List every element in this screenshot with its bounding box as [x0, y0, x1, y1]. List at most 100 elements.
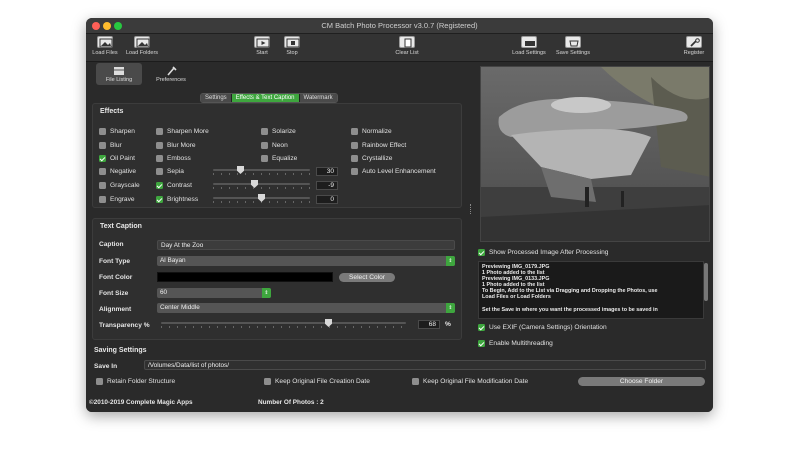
- alignment-value: Center Middle: [160, 304, 200, 311]
- contrast-slider[interactable]: [213, 180, 310, 189]
- blur-checkbox[interactable]: Blur: [99, 142, 122, 149]
- keep-creation-date-checkbox[interactable]: Keep Original File Creation Date: [264, 378, 370, 385]
- normalize-checkbox[interactable]: Normalize: [351, 128, 392, 135]
- save-settings-label: Save Settings: [556, 50, 590, 56]
- sepia-value[interactable]: 30: [316, 167, 338, 176]
- segmented-control: Settings Effects & Text Caption Watermar…: [200, 93, 338, 103]
- window-title: CM Batch Photo Processor v3.0.7 (Registe…: [321, 21, 478, 30]
- preview-photo: [481, 67, 709, 241]
- clear-list-label: Clear List: [395, 50, 419, 56]
- font-color-label: Font Color: [99, 274, 133, 281]
- effects-heading: Effects: [100, 108, 124, 115]
- select-color-button[interactable]: Select Color: [339, 273, 395, 282]
- tab-preferences-label: Preferences: [156, 77, 186, 83]
- auto-level-enhancement-checkbox[interactable]: Auto Level Enhancement: [351, 168, 436, 175]
- toolbar: Load Files Load Folders Start Stop Clear…: [86, 34, 713, 62]
- crystallize-checkbox[interactable]: Crystallize: [351, 155, 392, 162]
- load-folders-button[interactable]: Load Folders: [122, 36, 162, 56]
- clear-list-button[interactable]: Clear List: [392, 36, 422, 56]
- retain-folder-structure-checkbox[interactable]: Retain Folder Structure: [96, 378, 175, 385]
- emboss-checkbox[interactable]: Emboss: [156, 155, 191, 162]
- load-files-label: Load Files: [92, 50, 118, 56]
- percent-sign: %: [445, 321, 451, 328]
- wrench-icon: [686, 36, 702, 48]
- equalize-checkbox[interactable]: Equalize: [261, 155, 297, 162]
- tools-icon: [167, 66, 177, 76]
- sharpen-more-checkbox[interactable]: Sharpen More: [156, 128, 209, 135]
- alignment-label: Alignment: [99, 306, 132, 313]
- start-label: Start: [256, 50, 268, 56]
- use-exif-orientation-checkbox[interactable]: Use EXIF (Camera Settings) Orientation: [478, 324, 607, 331]
- file-listing-icon: [114, 67, 124, 75]
- rainbow-effect-checkbox[interactable]: Rainbow Effect: [351, 142, 406, 149]
- caption-label: Caption: [99, 241, 124, 248]
- photo-folder-icon: [134, 36, 150, 48]
- font-type-value: Al Bayan: [160, 257, 186, 264]
- contrast-value[interactable]: -9: [316, 181, 338, 190]
- saving-settings-heading: Saving Settings: [94, 347, 147, 354]
- show-processed-image-checkbox[interactable]: Show Processed Image After Processing: [478, 249, 608, 256]
- font-size-select[interactable]: 60 ⇕: [157, 288, 271, 298]
- brightness-checkbox[interactable]: Brightness: [156, 196, 198, 203]
- solarize-checkbox[interactable]: Solarize: [261, 128, 296, 135]
- chevron-updown-icon: ⇕: [262, 288, 271, 298]
- oil-paint-checkbox[interactable]: Oil Paint: [99, 155, 135, 162]
- text-caption-heading: Text Caption: [100, 223, 142, 230]
- play-icon: [254, 36, 270, 48]
- tab-file-listing[interactable]: File Listing: [96, 63, 142, 85]
- splitter-handle[interactable]: [470, 204, 472, 214]
- title-bar: CM Batch Photo Processor v3.0.7 (Registe…: [86, 18, 713, 34]
- transparency-slider[interactable]: [161, 319, 406, 328]
- alignment-select[interactable]: Center Middle ⇕: [157, 303, 455, 313]
- brightness-value[interactable]: 0: [316, 195, 338, 204]
- tab-effects-text-caption[interactable]: Effects & Text Caption: [231, 94, 300, 102]
- font-size-label: Font Size: [99, 290, 129, 297]
- brightness-slider[interactable]: [213, 194, 310, 203]
- activity-log: Previewing IMG_0179.JPG 1 Photo added to…: [478, 261, 704, 319]
- tab-settings[interactable]: Settings: [201, 94, 232, 102]
- save-settings-button[interactable]: Save Settings: [552, 36, 594, 56]
- save-in-path[interactable]: /Volumes/Data/list of photos/: [144, 360, 706, 370]
- tab-preferences[interactable]: Preferences: [148, 63, 194, 85]
- font-type-select[interactable]: Al Bayan ⇕: [157, 256, 455, 266]
- grayscale-checkbox[interactable]: Grayscale: [99, 182, 140, 189]
- neon-checkbox[interactable]: Neon: [261, 142, 288, 149]
- chevron-updown-icon: ⇕: [446, 256, 455, 266]
- app-window: CM Batch Photo Processor v3.0.7 (Registe…: [86, 18, 713, 412]
- load-settings-label: Load Settings: [512, 50, 546, 56]
- choose-folder-button[interactable]: Choose Folder: [578, 377, 705, 386]
- photo-count: Number Of Photos : 2: [258, 399, 324, 406]
- caption-input[interactable]: Day At the Zoo: [157, 240, 455, 250]
- enable-multithreading-checkbox[interactable]: Enable Multithreading: [478, 340, 553, 347]
- font-size-value: 60: [160, 289, 168, 296]
- status-bar: ©2010-2019 Complete Magic Apps Number Of…: [86, 398, 713, 412]
- start-button[interactable]: Start: [251, 36, 273, 56]
- sepia-slider[interactable]: [213, 166, 310, 175]
- stop-label: Stop: [286, 50, 298, 56]
- keep-modification-date-checkbox[interactable]: Keep Original File Modification Date: [412, 378, 528, 385]
- blur-more-checkbox[interactable]: Blur More: [156, 142, 196, 149]
- copyright-text: ©2010-2019 Complete Magic Apps: [89, 399, 193, 406]
- tab-file-listing-label: File Listing: [105, 77, 133, 83]
- chevron-updown-icon: ⇕: [446, 303, 455, 313]
- log-scrollbar-thumb[interactable]: [704, 263, 708, 301]
- negative-checkbox[interactable]: Negative: [99, 168, 136, 175]
- document-icon: [399, 36, 415, 48]
- sepia-checkbox[interactable]: Sepia: [156, 168, 184, 175]
- photo-icon: [97, 36, 113, 48]
- tab-watermark[interactable]: Watermark: [299, 94, 337, 102]
- load-folders-label: Load Folders: [125, 50, 159, 56]
- contrast-checkbox[interactable]: Contrast: [156, 182, 192, 189]
- font-color-swatch[interactable]: [157, 272, 333, 282]
- log-scrollbar[interactable]: [704, 261, 708, 319]
- load-files-button[interactable]: Load Files: [90, 36, 120, 56]
- save-settings-icon: [565, 36, 581, 48]
- transparency-value[interactable]: 68: [418, 320, 440, 329]
- sharpen-checkbox[interactable]: Sharpen: [99, 128, 135, 135]
- register-label: Register: [683, 50, 705, 56]
- load-settings-icon: [521, 36, 537, 48]
- load-settings-button[interactable]: Load Settings: [509, 36, 549, 56]
- engrave-checkbox[interactable]: Engrave: [99, 196, 135, 203]
- stop-button[interactable]: Stop: [281, 36, 303, 56]
- register-button[interactable]: Register: [680, 36, 708, 56]
